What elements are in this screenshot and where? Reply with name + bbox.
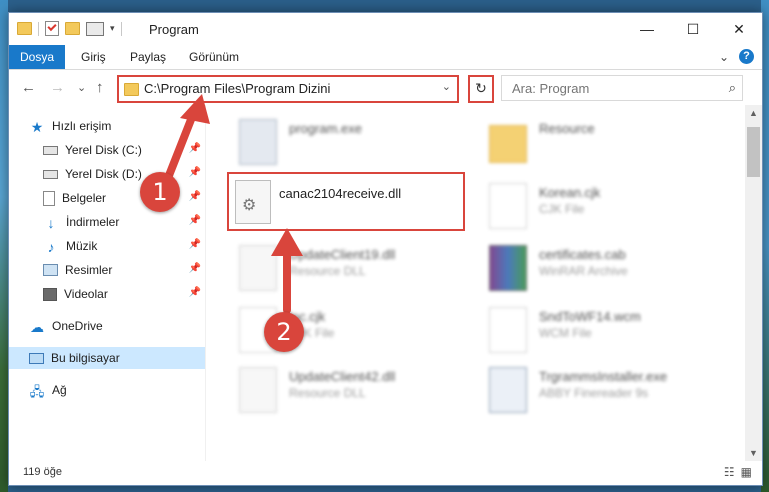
step-1-badge: 1 [140, 172, 180, 212]
step-2-badge: 2 [264, 312, 304, 352]
arrow-2-head [271, 228, 303, 256]
arrow-1-head [180, 94, 210, 124]
annotation-arrows [164, 94, 303, 314]
arrow-1-shaft [164, 108, 198, 182]
